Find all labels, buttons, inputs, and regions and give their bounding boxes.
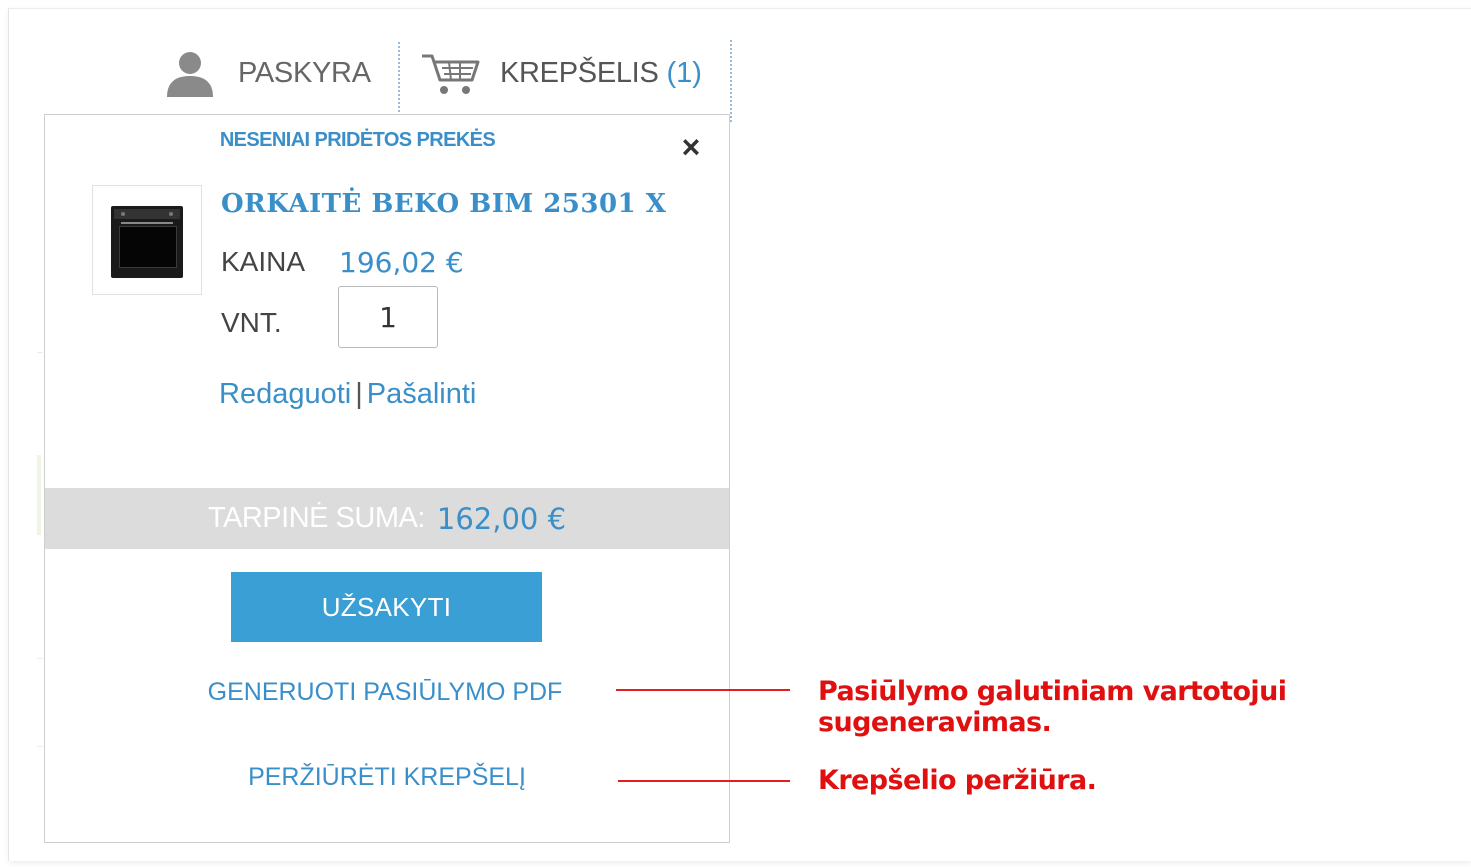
user-icon — [167, 52, 213, 97]
product-thumbnail[interactable] — [92, 185, 202, 295]
subtotal-value: 162,00 € — [436, 501, 567, 536]
order-button[interactable]: UŽSAKYTI — [231, 572, 542, 642]
mini-cart-dropdown: NESENIAI PRIDĖTOS PREKĖS × ORKAITĖ BEKO … — [44, 114, 730, 843]
product-name-link[interactable]: ORKAITĖ BEKO BIM 25301 X — [221, 189, 666, 219]
annotation-pointer-line — [616, 689, 790, 691]
cart-link[interactable]: KREPŠELIS (1) — [420, 48, 702, 98]
price-label: KAINA — [221, 246, 306, 277]
price-value: 196,02 € — [339, 246, 464, 279]
header-divider — [398, 42, 400, 112]
annotation-view-note: Krepšelio peržiūra. — [818, 765, 1097, 796]
subtotal-bar: TARPINĖ SUMA: 162,00 € — [45, 488, 729, 549]
background-divider — [37, 352, 43, 353]
remove-link[interactable]: Pašalinti — [367, 378, 477, 410]
background-divider — [37, 658, 43, 659]
account-label: PASKYRA — [238, 56, 371, 89]
close-icon[interactable]: × — [677, 131, 705, 163]
view-cart-link[interactable]: PERŽIŪRĖTI KREPŠELĮ — [45, 763, 729, 792]
edit-link[interactable]: Redaguoti — [219, 378, 351, 410]
background-fragment — [37, 455, 41, 535]
annotation-pdf-note: Pasiūlymo galutiniam vartotojui sugenera… — [818, 676, 1287, 738]
dropdown-title: NESENIAI PRIDĖTOS PREKĖS — [219, 129, 496, 151]
item-actions: Redaguoti | Pašalinti — [219, 378, 476, 411]
account-link[interactable]: PASKYRA — [164, 48, 371, 98]
background-divider — [37, 746, 43, 747]
quantity-input[interactable] — [338, 286, 438, 348]
header-divider — [730, 40, 732, 122]
oven-image — [111, 206, 183, 278]
annotation-pointer-line — [618, 780, 790, 782]
subtotal-label: TARPINĖ SUMA: — [207, 502, 425, 534]
cart-icon — [422, 54, 480, 94]
cart-count-badge: (1) — [666, 56, 702, 89]
cart-label: KREPŠELIS — [500, 56, 659, 89]
generate-pdf-link[interactable]: GENERUOTI PASIŪLYMO PDF — [43, 678, 727, 707]
action-separator: | — [355, 378, 363, 410]
quantity-label: VNT. — [221, 307, 282, 338]
